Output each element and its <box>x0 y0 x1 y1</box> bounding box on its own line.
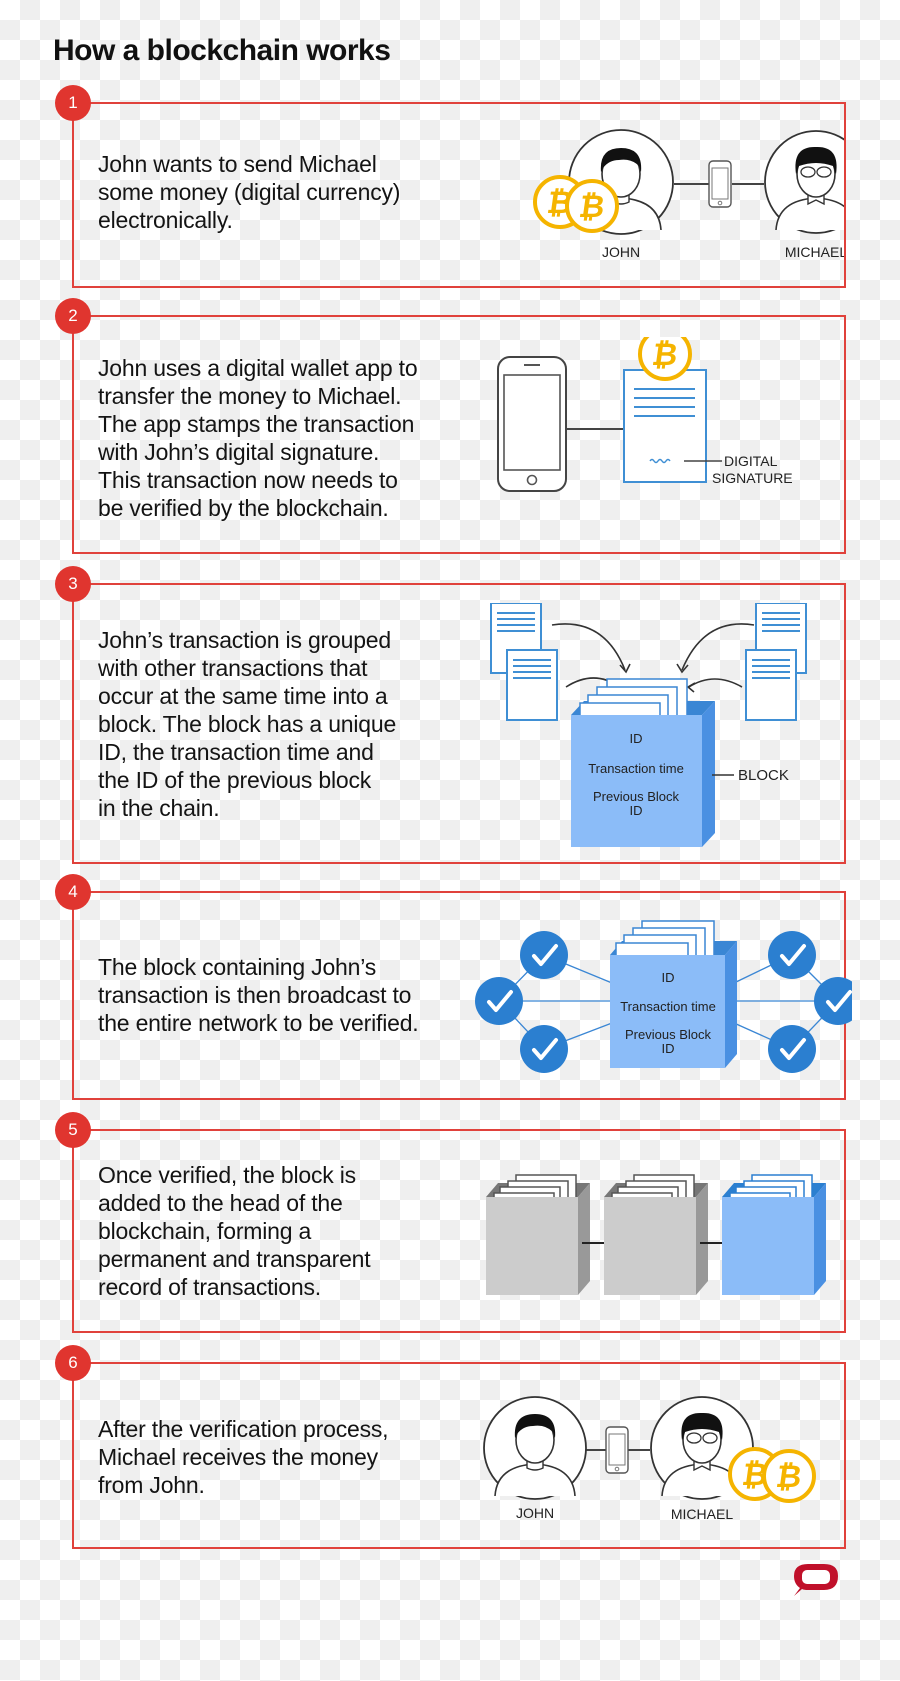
step-5-text: Once verified, the block is added to the… <box>98 1162 371 1300</box>
step-4-illustration: ID Transaction time Previous Block ID <box>473 920 852 1075</box>
block-time-label: Transaction time <box>620 999 716 1014</box>
document-icon <box>506 649 558 721</box>
block-prev-label: Previous Block <box>625 1027 711 1042</box>
block-time-label: Transaction time <box>588 761 684 776</box>
checkmark-icon <box>812 975 852 1027</box>
step-6-panel: 6 After the verification process, Michae… <box>55 1345 846 1549</box>
block-prev-id-label: ID <box>630 803 643 818</box>
john-label: JOHN <box>602 244 640 260</box>
block-cube-icon <box>722 1174 826 1295</box>
step-1-illustration: JOHN MICHAEL <box>533 129 844 260</box>
block-prev-label: Previous Block <box>593 789 679 804</box>
michael-label: MICHAEL <box>671 1506 733 1522</box>
bitcoin-coin-icon <box>638 337 692 381</box>
document-icon <box>623 369 707 483</box>
michael-avatar-icon <box>764 130 844 234</box>
step-5-panel: 5 Once verified, the block is added to t… <box>55 1112 846 1333</box>
block-cube-icon: ID Transaction time Previous Block ID <box>571 678 715 847</box>
step-4-panel: 4 The block containing John’s transactio… <box>55 874 852 1100</box>
checkmark-icon <box>518 1023 570 1075</box>
smartphone-icon <box>605 1426 629 1474</box>
step-2-text: John uses a digital wallet app to transf… <box>98 355 418 521</box>
digital-signature-label-2: SIGNATURE <box>712 470 793 486</box>
step-3-illustration: ID Transaction time Previous Block ID BL… <box>490 603 807 847</box>
step-number-badge: 3 <box>55 566 91 602</box>
step-6-illustration: JOHN MICHAEL <box>483 1396 816 1522</box>
step-1-panel: 1 John wants to send Michael some money … <box>55 85 846 288</box>
step-1-text: John wants to send Michael some money (d… <box>98 151 401 233</box>
step-3-panel: 3 John’s transaction is grouped with oth… <box>55 566 846 864</box>
step-4-text: The block containing John’s transaction … <box>98 954 419 1036</box>
step-5-illustration <box>486 1174 826 1295</box>
checkmark-icon <box>518 929 570 981</box>
step-3-text: John’s transaction is grouped with other… <box>98 627 397 821</box>
block-cube-icon <box>486 1174 590 1295</box>
speech-bubble-logo-icon <box>794 1564 838 1596</box>
digital-signature-label: DIGITAL <box>724 453 778 469</box>
step-number-badge: 4 <box>55 874 91 910</box>
john-avatar-icon <box>483 1396 587 1500</box>
block-prev-id-label: ID <box>662 1041 675 1056</box>
step-number-badge: 6 <box>55 1345 91 1381</box>
page-title: How a blockchain works <box>53 34 391 67</box>
bitcoin-coin-icon <box>762 1449 816 1503</box>
block-cube-icon: ID Transaction time Previous Block ID <box>610 920 737 1068</box>
step-2-panel: 2 John uses a digital wallet app to tran… <box>55 298 846 554</box>
step-number-badge: 2 <box>55 298 91 334</box>
block-cube-icon <box>604 1174 708 1295</box>
michael-label: MICHAEL <box>785 244 844 260</box>
document-icon <box>745 649 797 721</box>
john-label: JOHN <box>516 1505 554 1521</box>
smartphone-icon <box>708 160 732 208</box>
step-number-badge: 1 <box>55 85 91 121</box>
step-2-illustration: DIGITAL SIGNATURE <box>497 337 793 492</box>
checkmark-icon <box>766 929 818 981</box>
bitcoin-coin-icon <box>565 179 619 233</box>
block-id-label: ID <box>630 731 643 746</box>
checkmark-icon <box>473 975 525 1027</box>
step-6-text: After the verification process, Michael … <box>98 1416 389 1498</box>
block-id-label: ID <box>662 970 675 985</box>
block-label: BLOCK <box>738 767 789 784</box>
smartphone-icon <box>497 356 567 492</box>
checkmark-icon <box>766 1023 818 1075</box>
step-number-badge: 5 <box>55 1112 91 1148</box>
